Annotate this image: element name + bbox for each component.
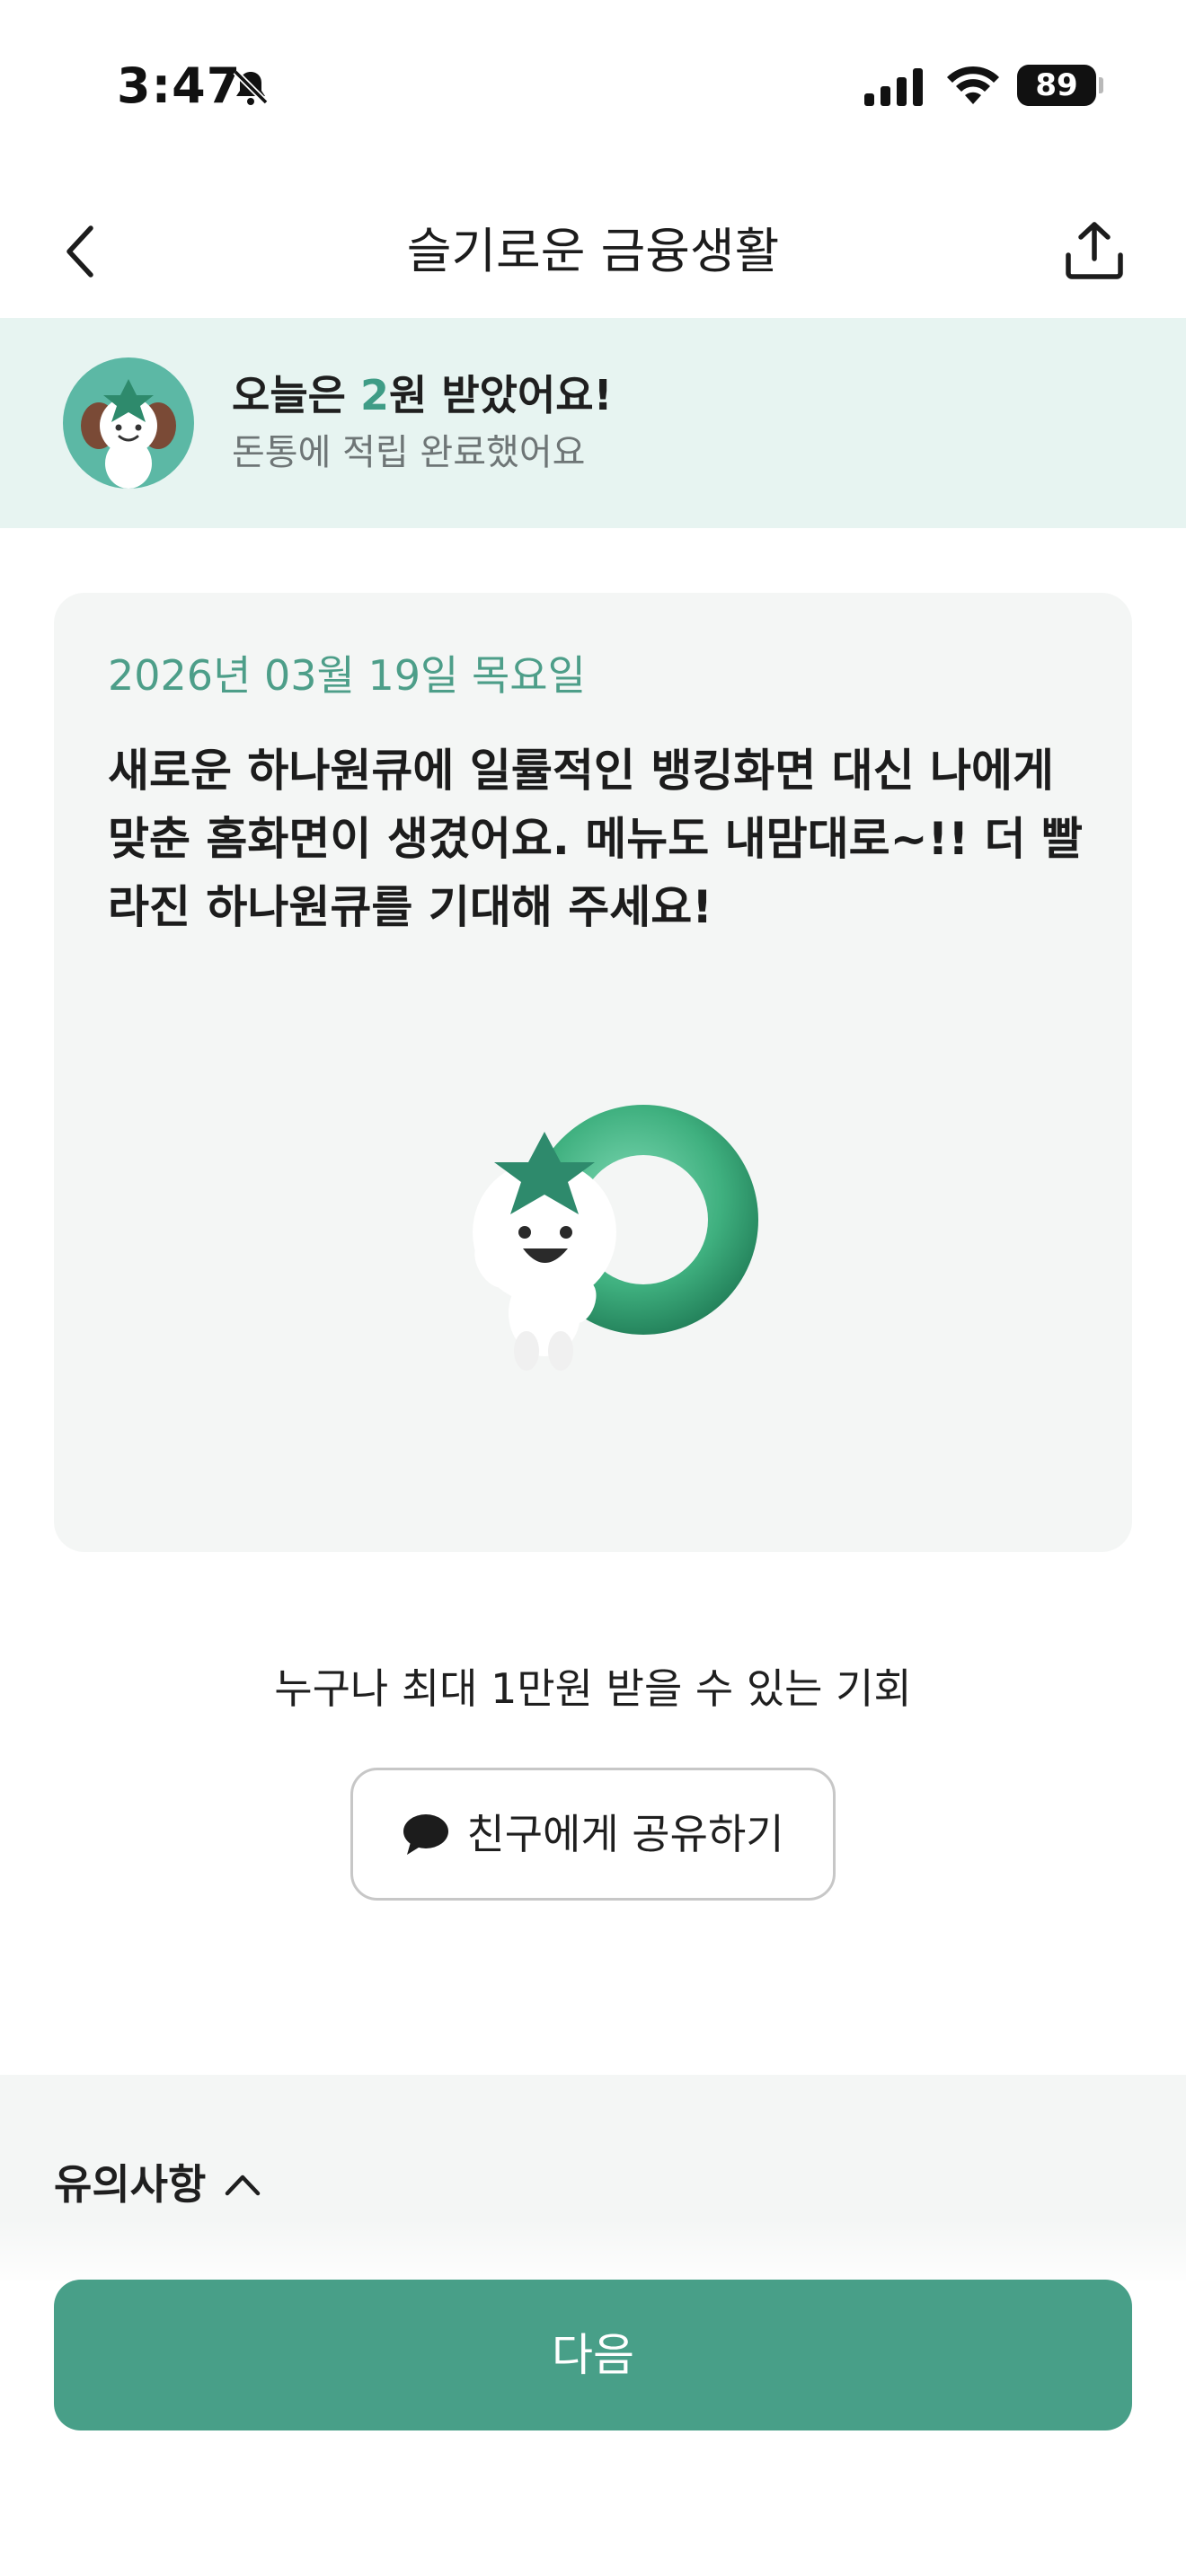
wifi-icon (947, 66, 999, 104)
notice-label: 유의사항 (54, 2160, 207, 2209)
reward-title-prefix: 오늘은 (232, 371, 360, 419)
reward-subtitle: 돈통에 적립 완료했어요 (232, 432, 586, 473)
mascot-ring-illustration (473, 1105, 758, 1371)
app-header: 슬기로운 금융생활 (0, 189, 1186, 314)
reward-title-suffix: 원 받았어요! (389, 371, 613, 419)
reward-banner: 오늘은 2원 받았어요! 돈통에 적립 완료했어요 (0, 318, 1186, 528)
share-with-friend-button[interactable]: 친구에게 공유하기 (350, 1768, 836, 1901)
page-title: 슬기로운 금융생활 (406, 223, 780, 279)
bell-off-icon (233, 69, 269, 105)
mascot-avatar-illustration (81, 379, 176, 489)
status-time: 3:47 (117, 57, 242, 114)
notice-toggle[interactable]: 유의사항 (54, 2156, 261, 2213)
share-upload-icon (1066, 222, 1123, 279)
next-label: 다음 (552, 2329, 634, 2381)
share-with-friend-label: 친구에게 공유하기 (466, 1810, 784, 1858)
signal-icon (864, 68, 923, 106)
chevron-up-icon (226, 2175, 261, 2196)
story-date: 2026년 03월 19일 목요일 (108, 651, 586, 700)
mascot-avatar (63, 357, 194, 489)
battery-tip (1099, 77, 1103, 93)
battery-icon: 89 (1017, 65, 1103, 106)
promo-text: 누구나 최대 1만원 받을 수 있는 기회 (274, 1664, 912, 1713)
battery-level: 89 (1017, 65, 1096, 106)
next-button[interactable]: 다음 (54, 2280, 1132, 2430)
screen: 3:47 89 슬기로운 금융생활 오늘은 2원 받았어요! 돈통에 적립 완료… (0, 0, 1186, 2576)
chat-bubble-icon (403, 1814, 449, 1855)
status-bar: 3:47 89 (0, 0, 1186, 171)
share-button[interactable] (1058, 212, 1130, 289)
reward-title: 오늘은 2원 받았어요! (232, 366, 613, 424)
story-card: 2026년 03월 19일 목요일 새로운 하나원큐에 일률적인 뱅킹화면 대신… (54, 593, 1132, 1552)
reward-amount: 2 (359, 371, 389, 419)
story-text: 새로운 하나원큐에 일률적인 뱅킹화면 대신 나에게 맞춘 홈화면이 생겼어요.… (108, 745, 1083, 933)
